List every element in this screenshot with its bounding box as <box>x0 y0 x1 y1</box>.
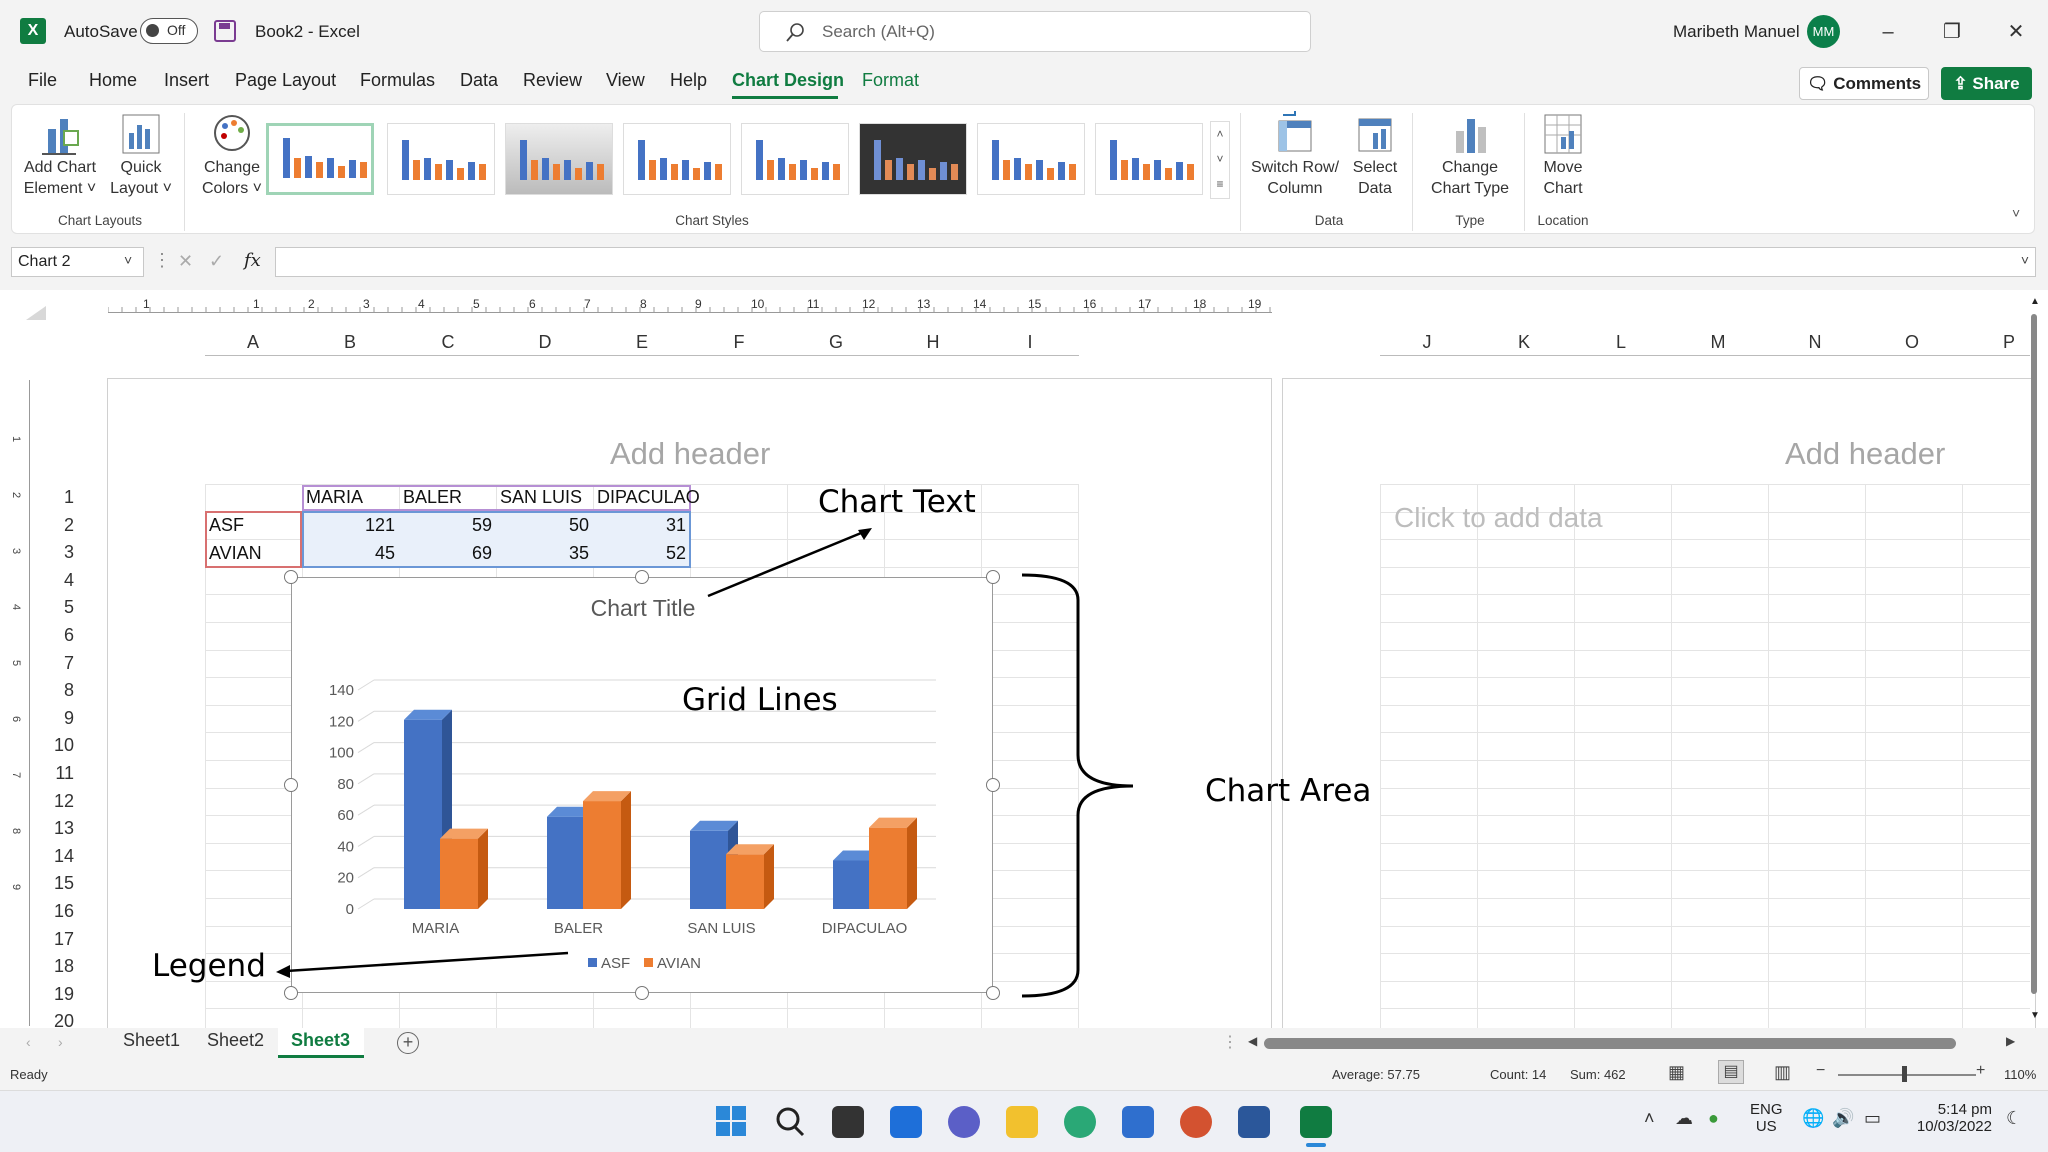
excel-taskbar-icon[interactable] <box>1300 1106 1332 1138</box>
task-view-icon[interactable] <box>832 1106 864 1138</box>
annotation-grid-lines: Grid Lines <box>682 682 838 718</box>
network-icon[interactable]: 🌐 <box>1802 1108 1824 1129</box>
clock[interactable]: 5:14 pm 10/03/2022 <box>1906 1101 1992 1135</box>
status-ready: Ready <box>10 1067 48 1082</box>
lang-label: ENG <box>1750 1101 1783 1118</box>
notifications-icon[interactable]: ☾ <box>2006 1108 2022 1129</box>
zoom-slider-thumb[interactable] <box>1902 1066 1907 1082</box>
horizontal-scroll-thumb[interactable] <box>1264 1038 1956 1049</box>
page-break-view-icon[interactable]: ▥ <box>1774 1062 1791 1083</box>
clock-date: 10/03/2022 <box>1916 1118 1992 1135</box>
chart-area-brace <box>1021 573 1134 998</box>
clock-time: 5:14 pm <box>1937 1101 1992 1118</box>
language-indicator[interactable]: ENG US <box>1750 1101 1783 1135</box>
normal-view-icon[interactable]: ▦ <box>1668 1062 1685 1083</box>
sheet-tab-2[interactable]: Sheet2 <box>207 1030 264 1051</box>
volume-icon[interactable]: 🔊 <box>1832 1108 1854 1129</box>
show-hidden-icons-icon[interactable]: ˄ <box>1644 1108 1655 1129</box>
scroll-right-icon[interactable]: ▶ <box>2006 1034 2015 1048</box>
next-sheet-icon[interactable]: › <box>58 1034 63 1050</box>
zoom-slider-track[interactable] <box>1838 1074 1976 1076</box>
tab-splitter-icon[interactable]: ⋮ <box>1222 1032 1238 1052</box>
onedrive-icon[interactable]: ☁ <box>1675 1108 1693 1129</box>
scroll-down-icon[interactable]: ▼ <box>2030 1010 2040 1021</box>
vertical-scrollbar[interactable]: ▲ ▼ <box>2027 292 2041 1026</box>
add-sheet-icon[interactable]: + <box>397 1032 419 1054</box>
legend-arrow <box>285 951 569 973</box>
chat-icon[interactable] <box>948 1106 980 1138</box>
zoom-in-icon[interactable]: + <box>1976 1062 1985 1080</box>
widgets-icon[interactable] <box>890 1106 922 1138</box>
sheet-tab-3[interactable]: Sheet3 <box>291 1030 350 1051</box>
active-app-indicator <box>1306 1143 1326 1147</box>
annotation-chart-text: Chart Text <box>818 484 976 520</box>
annotation-chart-area: Chart Area <box>1205 773 1372 809</box>
region-label: US <box>1755 1118 1777 1135</box>
scroll-left-icon[interactable]: ◀ <box>1248 1034 1257 1048</box>
file-explorer-icon[interactable] <box>1006 1106 1038 1138</box>
chart-text-arrow <box>707 529 867 598</box>
vertical-scroll-thumb[interactable] <box>2031 314 2037 994</box>
prev-sheet-icon[interactable]: ‹ <box>26 1034 31 1050</box>
zoom-level[interactable]: 110% <box>2004 1067 2036 1082</box>
status-average[interactable]: Average: 57.75 <box>1332 1067 1420 1082</box>
scroll-up-icon[interactable]: ▲ <box>2030 296 2040 307</box>
search-taskbar-icon[interactable] <box>774 1106 806 1138</box>
zoom-out-icon[interactable]: − <box>1816 1062 1825 1080</box>
page-layout-view-icon[interactable]: ▤ <box>1718 1060 1744 1084</box>
start-icon[interactable] <box>716 1106 746 1136</box>
word-icon[interactable] <box>1238 1106 1270 1138</box>
status-sum[interactable]: Sum: 462 <box>1570 1067 1626 1082</box>
status-count[interactable]: Count: 14 <box>1490 1067 1546 1082</box>
security-icon[interactable]: ● <box>1708 1108 1719 1129</box>
powerpoint-icon[interactable] <box>1180 1106 1212 1138</box>
annotation-overlay <box>276 528 1134 998</box>
edge-icon[interactable] <box>1064 1106 1096 1138</box>
annotation-legend: Legend <box>152 948 266 984</box>
arrow-head-icon <box>276 965 290 978</box>
battery-icon[interactable]: ▭ <box>1864 1108 1881 1129</box>
store-icon[interactable] <box>1122 1106 1154 1138</box>
sheet-tab-1[interactable]: Sheet1 <box>123 1030 180 1051</box>
